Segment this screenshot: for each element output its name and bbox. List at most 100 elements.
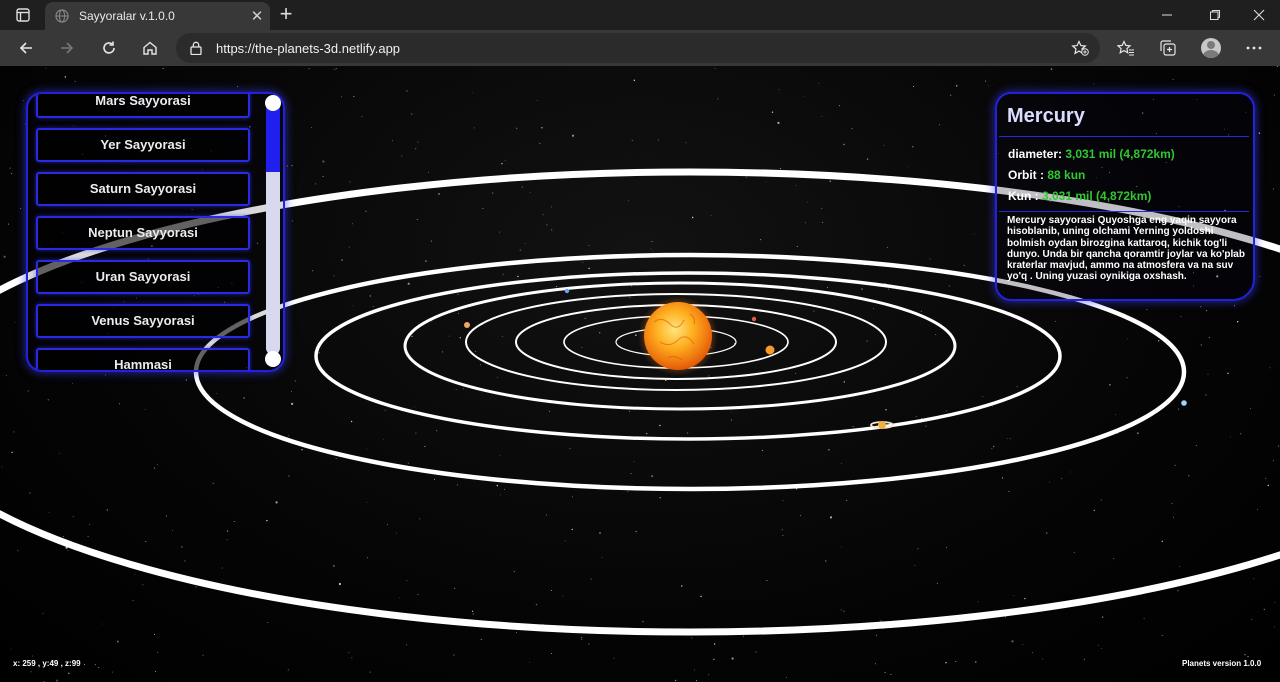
planet-venus[interactable] bbox=[464, 322, 470, 328]
star bbox=[874, 663, 876, 665]
star bbox=[15, 321, 17, 323]
star bbox=[876, 634, 878, 636]
star bbox=[1247, 656, 1249, 658]
star bbox=[1083, 658, 1085, 660]
star bbox=[333, 565, 335, 567]
profile-icon[interactable] bbox=[1197, 34, 1225, 62]
refresh-icon[interactable] bbox=[95, 34, 123, 62]
star bbox=[551, 229, 553, 231]
star bbox=[551, 653, 552, 654]
url-text[interactable]: https://the-planets-3d.netlify.app bbox=[216, 41, 1066, 56]
close-icon[interactable]: ✕ bbox=[244, 7, 270, 25]
back-arrow-icon[interactable] bbox=[12, 34, 40, 62]
star bbox=[1237, 321, 1239, 323]
star bbox=[1258, 132, 1261, 134]
menu-item-mars[interactable]: Mars Sayyorasi bbox=[36, 94, 250, 118]
star bbox=[499, 454, 501, 456]
forward-arrow-icon[interactable] bbox=[53, 34, 81, 62]
menu-item-uranus[interactable]: Uran Sayyorasi bbox=[36, 260, 250, 294]
menu-scrollbar[interactable] bbox=[264, 95, 281, 367]
star bbox=[366, 501, 368, 503]
tab-actions-button[interactable] bbox=[8, 5, 38, 25]
star-plus-icon[interactable] bbox=[1066, 34, 1094, 62]
scrollbar-thumb[interactable] bbox=[266, 101, 280, 172]
star bbox=[132, 600, 134, 602]
star bbox=[431, 320, 433, 322]
menu-item-all[interactable]: Hammasi bbox=[36, 348, 250, 370]
star bbox=[195, 586, 197, 588]
collections-icon[interactable] bbox=[1154, 34, 1182, 62]
star bbox=[1207, 373, 1209, 375]
planet-mars[interactable] bbox=[751, 316, 757, 322]
star bbox=[1126, 377, 1128, 379]
star bbox=[311, 270, 314, 272]
star bbox=[866, 340, 868, 342]
star bbox=[1093, 509, 1096, 512]
star bbox=[1230, 436, 1231, 438]
star bbox=[599, 532, 601, 534]
lock-icon[interactable] bbox=[190, 40, 204, 56]
star bbox=[887, 246, 889, 248]
star bbox=[920, 310, 922, 312]
star bbox=[386, 524, 388, 525]
star bbox=[430, 240, 432, 242]
planet-mercury[interactable] bbox=[765, 345, 775, 355]
star bbox=[504, 488, 506, 490]
star bbox=[717, 98, 719, 100]
planet-earth[interactable] bbox=[564, 288, 570, 294]
menu-item-venus[interactable]: Venus Sayyorasi bbox=[36, 304, 250, 338]
scrollbar-top-handle[interactable] bbox=[265, 95, 281, 111]
star bbox=[416, 219, 418, 220]
sun[interactable] bbox=[644, 302, 712, 370]
solar-system-scene[interactable]: Mars Sayyorasi Yer Sayyorasi Saturn Sayy… bbox=[0, 66, 1280, 682]
star bbox=[1093, 83, 1095, 85]
star bbox=[453, 654, 455, 656]
planet-name: Mercury bbox=[1007, 105, 1085, 127]
star bbox=[411, 113, 413, 115]
star bbox=[546, 224, 548, 226]
star bbox=[542, 214, 544, 216]
address-bar[interactable]: https://the-planets-3d.netlify.app bbox=[176, 33, 1100, 63]
close-window-icon[interactable] bbox=[1236, 0, 1280, 30]
star bbox=[72, 516, 74, 517]
scrollbar-bottom-handle[interactable] bbox=[265, 351, 281, 367]
diameter-row: diameter: 3,031 mil (4,872km) bbox=[1008, 147, 1175, 161]
more-dots-icon[interactable] bbox=[1240, 34, 1268, 62]
star bbox=[1016, 385, 1018, 388]
star bbox=[133, 574, 135, 576]
browser-tab[interactable]: Sayyoralar v.1.0.0 ✕ bbox=[45, 2, 270, 30]
star bbox=[1001, 477, 1004, 479]
star bbox=[1195, 444, 1197, 446]
star bbox=[1205, 394, 1207, 396]
star bbox=[3, 255, 6, 258]
star bbox=[939, 124, 941, 126]
star bbox=[627, 490, 629, 492]
menu-item-neptune[interactable]: Neptun Sayyorasi bbox=[36, 216, 250, 250]
menu-item-saturn[interactable]: Saturn Sayyorasi bbox=[36, 172, 250, 206]
star bbox=[581, 637, 583, 639]
star bbox=[455, 389, 457, 390]
star bbox=[473, 127, 475, 129]
star bbox=[406, 90, 408, 92]
star bbox=[8, 223, 9, 225]
planet-uranus[interactable] bbox=[1181, 400, 1187, 406]
star bbox=[524, 243, 526, 245]
star bbox=[562, 595, 564, 597]
minimize-icon[interactable] bbox=[1144, 0, 1190, 30]
star bbox=[144, 408, 146, 410]
star bbox=[1143, 618, 1145, 620]
star bbox=[1007, 438, 1009, 439]
favorites-icon[interactable] bbox=[1112, 34, 1140, 62]
star bbox=[633, 79, 635, 81]
star bbox=[349, 181, 351, 183]
star bbox=[226, 539, 228, 541]
star bbox=[142, 584, 144, 586]
home-icon[interactable] bbox=[136, 34, 164, 62]
kun-label: Kun : bbox=[1008, 189, 1039, 203]
plus-icon[interactable]: + bbox=[276, 3, 296, 25]
menu-item-earth[interactable]: Yer Sayyorasi bbox=[36, 128, 250, 162]
star bbox=[392, 140, 393, 142]
maximize-icon[interactable] bbox=[1192, 0, 1238, 30]
star bbox=[851, 128, 853, 130]
star bbox=[243, 397, 245, 399]
